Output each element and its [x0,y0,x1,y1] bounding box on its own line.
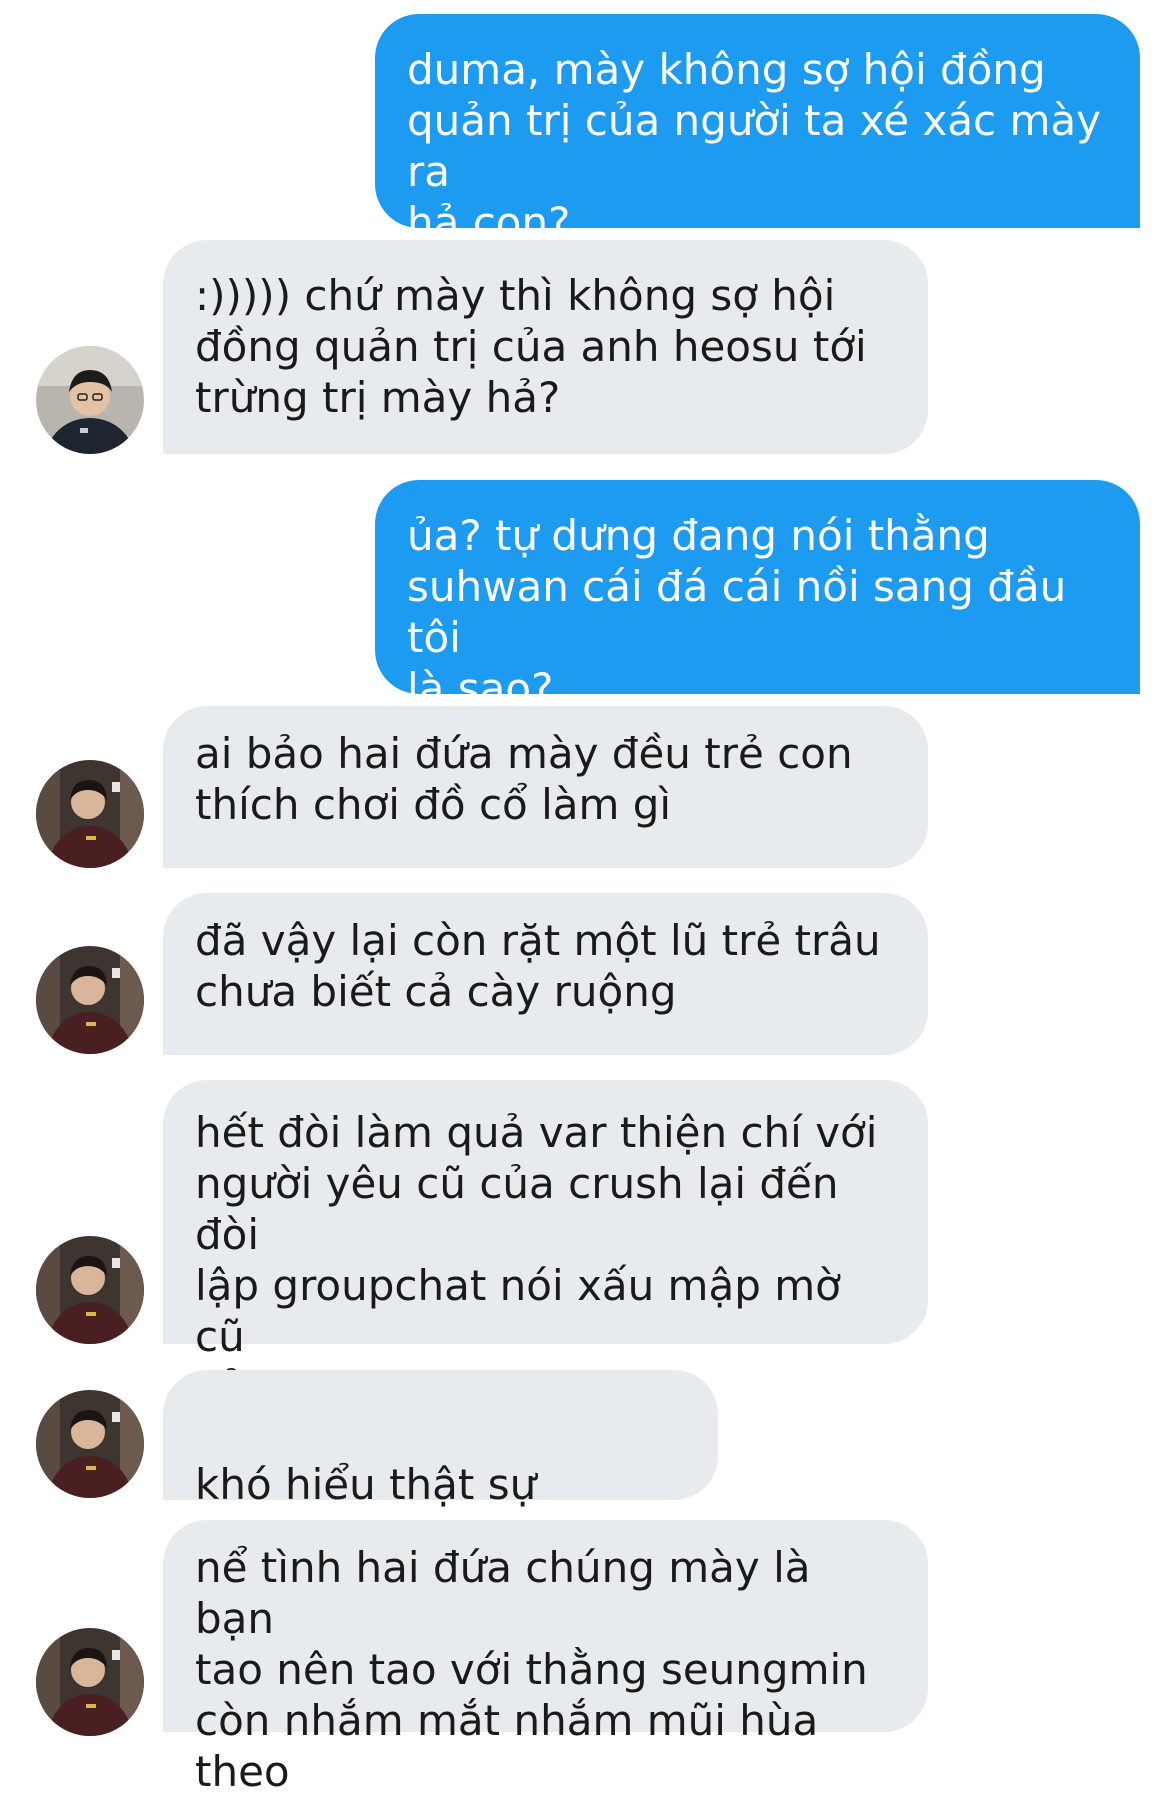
avatar-image [36,1390,144,1498]
avatar-image [36,1236,144,1344]
avatar-image [36,1628,144,1736]
message-bubble-received[interactable]: hết đòi làm quả var thiện chí với người … [163,1080,928,1412]
message-bubble-sent[interactable]: duma, mày không sợ hội đồng quản trị của… [375,14,1140,247]
message-bubble-received[interactable]: nể tình hai đứa chúng mày là bạn tao nên… [163,1520,928,1796]
avatar[interactable] [36,760,144,868]
message-bubble-received[interactable]: ai bảo hai đứa mày đều trẻ con thích chơ… [163,706,928,868]
message-bubble-sent[interactable]: ủa? tự dưng đang nói thằng suhwan cái đá… [375,480,1140,713]
avatar-image [36,346,144,454]
avatar[interactable] [36,1236,144,1344]
message-bubble-received[interactable]: :))))) chứ mày thì không sợ hội đồng quả… [163,240,928,454]
avatar-image [36,946,144,1054]
avatar[interactable] [36,346,144,454]
avatar[interactable] [36,1390,144,1498]
message-bubble-received[interactable]: khó hiểu thật sự [163,1370,718,1613]
message-text: khó hiểu thật sự [195,1460,537,1509]
message-bubble-received[interactable]: đã vậy lại còn rặt một lũ trẻ trâu chưa … [163,893,928,1055]
avatar-image [36,760,144,868]
avatar[interactable] [36,946,144,1054]
avatar[interactable] [36,1628,144,1736]
